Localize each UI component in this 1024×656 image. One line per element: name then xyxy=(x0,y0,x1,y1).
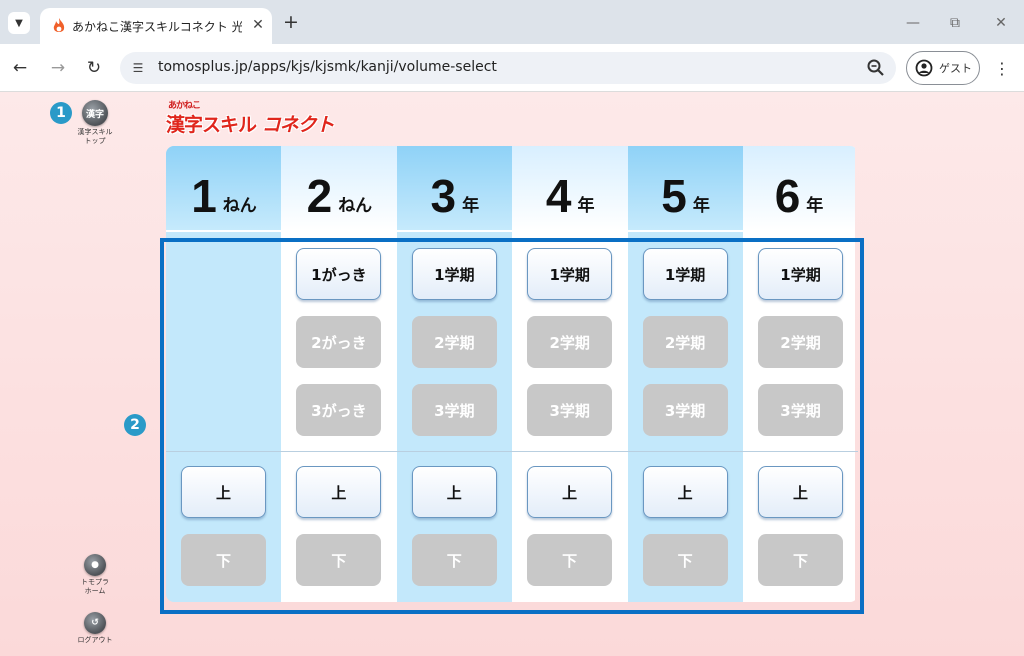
site-info-icon[interactable]: ☰ xyxy=(128,58,148,78)
grade-unit: 年 xyxy=(462,196,480,216)
grade-number: 1 xyxy=(191,170,217,222)
browser-toolbar: ← → ↻ ☰ tomosplus.jp/apps/kjs/kjsmk/kanj… xyxy=(0,44,1024,92)
grade-unit: 年 xyxy=(692,196,710,216)
tomopla-home-label: トモプラ ホーム xyxy=(81,578,109,595)
grade-number: 3 xyxy=(430,170,457,222)
grade-header: 4年 xyxy=(512,146,629,232)
selection-highlight-frame xyxy=(160,238,864,614)
callout-badge-2: 2 xyxy=(124,414,146,436)
tab-search-dropdown-icon[interactable]: ▼ xyxy=(8,12,30,34)
logout-button[interactable]: ↺ ログアウト xyxy=(74,612,116,645)
grade-header: 5年 xyxy=(627,146,744,232)
back-icon[interactable]: ← xyxy=(8,56,32,80)
callout-badge-1: 1 xyxy=(50,102,72,124)
restore-icon[interactable]: ⧉ xyxy=(944,12,966,34)
grade-header: 6年 xyxy=(743,146,855,232)
grade-header: 3年 xyxy=(396,146,513,232)
akaneko-kanji-skill-connect-logo: あかねこ 漢字スキル コネクト xyxy=(166,98,335,140)
grade-header: 2 ねん xyxy=(281,146,398,232)
home-icon: ● xyxy=(84,554,106,576)
guest-profile-button[interactable]: ゲスト xyxy=(906,51,980,85)
grade-unit: ねん xyxy=(222,196,257,216)
grade-number: 6 xyxy=(774,170,801,222)
guest-label: ゲスト xyxy=(939,62,972,75)
reload-icon[interactable]: ↻ xyxy=(82,56,106,80)
grade-unit: 年 xyxy=(806,196,824,216)
browser-tab[interactable]: あかねこ漢字スキルコネクト 光村図書 ✕ xyxy=(40,8,272,44)
grade-unit: ねん xyxy=(338,196,373,216)
kanji-skill-top-button[interactable]: 漢字 漢字スキル トップ xyxy=(74,100,116,146)
close-window-icon[interactable]: ✕ xyxy=(990,12,1012,34)
new-tab-icon[interactable]: + xyxy=(280,11,302,33)
minimize-icon[interactable]: — xyxy=(902,12,924,34)
close-tab-icon[interactable]: ✕ xyxy=(248,15,268,35)
kanji-skill-top-label: 漢字スキル トップ xyxy=(77,128,113,145)
grade-number: 5 xyxy=(661,170,687,222)
profile-icon xyxy=(915,59,933,77)
grade-header: 1 ねん xyxy=(166,146,282,232)
address-bar[interactable]: ☰ tomosplus.jp/apps/kjs/kjsmk/kanji/volu… xyxy=(120,52,896,84)
logout-icon: ↺ xyxy=(84,612,106,634)
page-content: 1 漢字 漢字スキル トップ あかねこ 漢字スキル コネクト 2 1 ねん上下 2 ね… xyxy=(0,92,1024,656)
flame-favicon-icon xyxy=(53,18,65,32)
forward-icon[interactable]: → xyxy=(46,56,70,80)
browser-menu-icon[interactable]: ⋮ xyxy=(992,57,1012,79)
tab-title: あかねこ漢字スキルコネクト 光村図書 xyxy=(72,20,242,34)
url-text[interactable]: tomosplus.jp/apps/kjs/kjsmk/kanji/volume… xyxy=(158,59,497,75)
logo-connect: コネクト xyxy=(261,114,335,136)
zoom-icon[interactable] xyxy=(866,58,886,78)
grade-unit: 年 xyxy=(577,196,595,216)
grade-number: 4 xyxy=(545,170,572,222)
browser-tab-bar: ▼ あかねこ漢字スキルコネクト 光村図書 ✕ + — ⧉ ✕ xyxy=(0,0,1024,44)
logo-main-text: 漢字スキル コネクト xyxy=(166,110,335,137)
kanji-icon: 漢字 xyxy=(82,100,108,126)
grade-number: 2 xyxy=(306,170,333,222)
tomopla-home-button[interactable]: ● トモプラ ホーム xyxy=(74,554,116,596)
logout-label: ログアウト xyxy=(77,636,113,644)
logo-kanji-skill: 漢字スキル xyxy=(166,114,257,136)
